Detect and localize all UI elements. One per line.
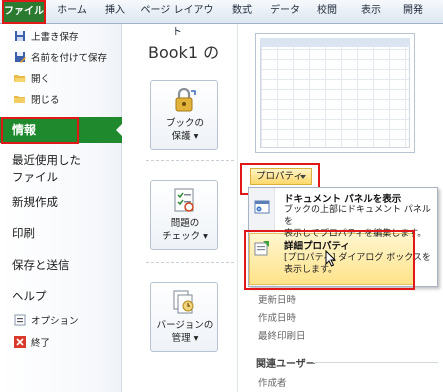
nav-save-as[interactable]: 名前を付けて保存 xyxy=(14,50,107,68)
folder-close-icon xyxy=(14,93,26,105)
highlight-box-info xyxy=(1,117,79,144)
thumbnail-header xyxy=(260,38,410,47)
nav-open[interactable]: 開く xyxy=(14,71,50,89)
nav-exit-label: 終了 xyxy=(31,338,51,349)
save-as-icon xyxy=(14,51,26,63)
nav-close[interactable]: 閉じる xyxy=(14,92,60,110)
tab-data[interactable]: データ xyxy=(268,0,302,24)
nav-recent-label-1: 最近使用した xyxy=(12,153,81,167)
check-issues-button[interactable]: 問題の チェック ▾ xyxy=(150,180,218,250)
options-icon xyxy=(14,314,26,326)
tab-home[interactable]: ホーム xyxy=(52,0,92,24)
tab-review[interactable]: 校閲 xyxy=(310,0,344,24)
nav-save-send[interactable]: 保存と送信 xyxy=(12,257,70,274)
nav-help[interactable]: ヘルプ xyxy=(12,288,47,305)
thumbnail-grid xyxy=(260,38,410,148)
last-printed-label: 最終印刷日 xyxy=(258,331,306,342)
checklist-icon xyxy=(171,187,197,213)
save-icon xyxy=(14,30,26,42)
manage-versions-button[interactable]: バージョンの 管理 ▾ xyxy=(150,282,218,352)
ribbon-tab-bar: ファイル ホーム 挿入 ページ レイアウト 数式 データ 校閲 表示 開発 xyxy=(0,0,443,38)
divider xyxy=(146,160,234,161)
tab-page-layout[interactable]: ページ レイアウト xyxy=(140,0,214,38)
nav-open-label: 開く xyxy=(31,74,51,85)
modified-date-label: 更新日時 xyxy=(258,295,297,306)
page-title: Book1 の xyxy=(148,43,220,62)
nav-exit[interactable]: 終了 xyxy=(14,335,50,353)
divider xyxy=(146,262,234,263)
menu-item-show-document-panel[interactable]: ドキュメント パネルを表示 ブックの上部にドキュメント パネルを 表示してプロパ… xyxy=(248,190,436,239)
active-indicator-arrow xyxy=(116,123,123,137)
versions-icon xyxy=(171,289,197,315)
nav-close-label: 閉じる xyxy=(31,95,60,106)
exit-icon xyxy=(14,336,26,348)
manage-versions-label: バージョンの 管理 ▾ xyxy=(156,320,214,344)
nav-recent[interactable]: 最近使用した ファイル xyxy=(12,152,81,186)
nav-save-as-label: 名前を付けて保存 xyxy=(31,53,108,64)
tab-view[interactable]: 表示 xyxy=(354,0,388,24)
author-label: 作成者 xyxy=(258,378,287,389)
nav-options-label: オプション xyxy=(31,316,79,327)
related-users-heading: 関連ユーザー xyxy=(256,359,316,370)
protect-workbook-label: ブックの 保護 ▾ xyxy=(165,118,204,142)
tab-file[interactable]: ファイル xyxy=(2,0,46,24)
lock-icon xyxy=(171,87,197,113)
nav-save[interactable]: 上書き保存 xyxy=(14,29,79,47)
nav-new[interactable]: 新規作成 xyxy=(12,194,58,211)
section-divider xyxy=(313,362,438,363)
nav-save-label: 上書き保存 xyxy=(31,32,79,43)
folder-open-icon xyxy=(14,72,26,84)
created-date-label: 作成日時 xyxy=(258,313,297,324)
tab-formulas[interactable]: 数式 xyxy=(226,0,258,24)
check-issues-label: 問題の チェック ▾ xyxy=(162,218,208,242)
tab-insert[interactable]: 挿入 xyxy=(98,0,132,24)
protect-workbook-button[interactable]: ブックの 保護 ▾ xyxy=(150,80,218,150)
nav-print[interactable]: 印刷 xyxy=(12,225,35,242)
document-thumbnail xyxy=(255,33,415,153)
nav-options[interactable]: オプション xyxy=(14,313,79,331)
nav-recent-label-2: ファイル xyxy=(12,170,58,184)
column-divider xyxy=(237,24,238,392)
document-panel-icon xyxy=(254,199,270,215)
menu-item-title: ドキュメント パネルを表示 xyxy=(284,194,402,205)
tab-developer[interactable]: 開発 xyxy=(396,0,430,24)
